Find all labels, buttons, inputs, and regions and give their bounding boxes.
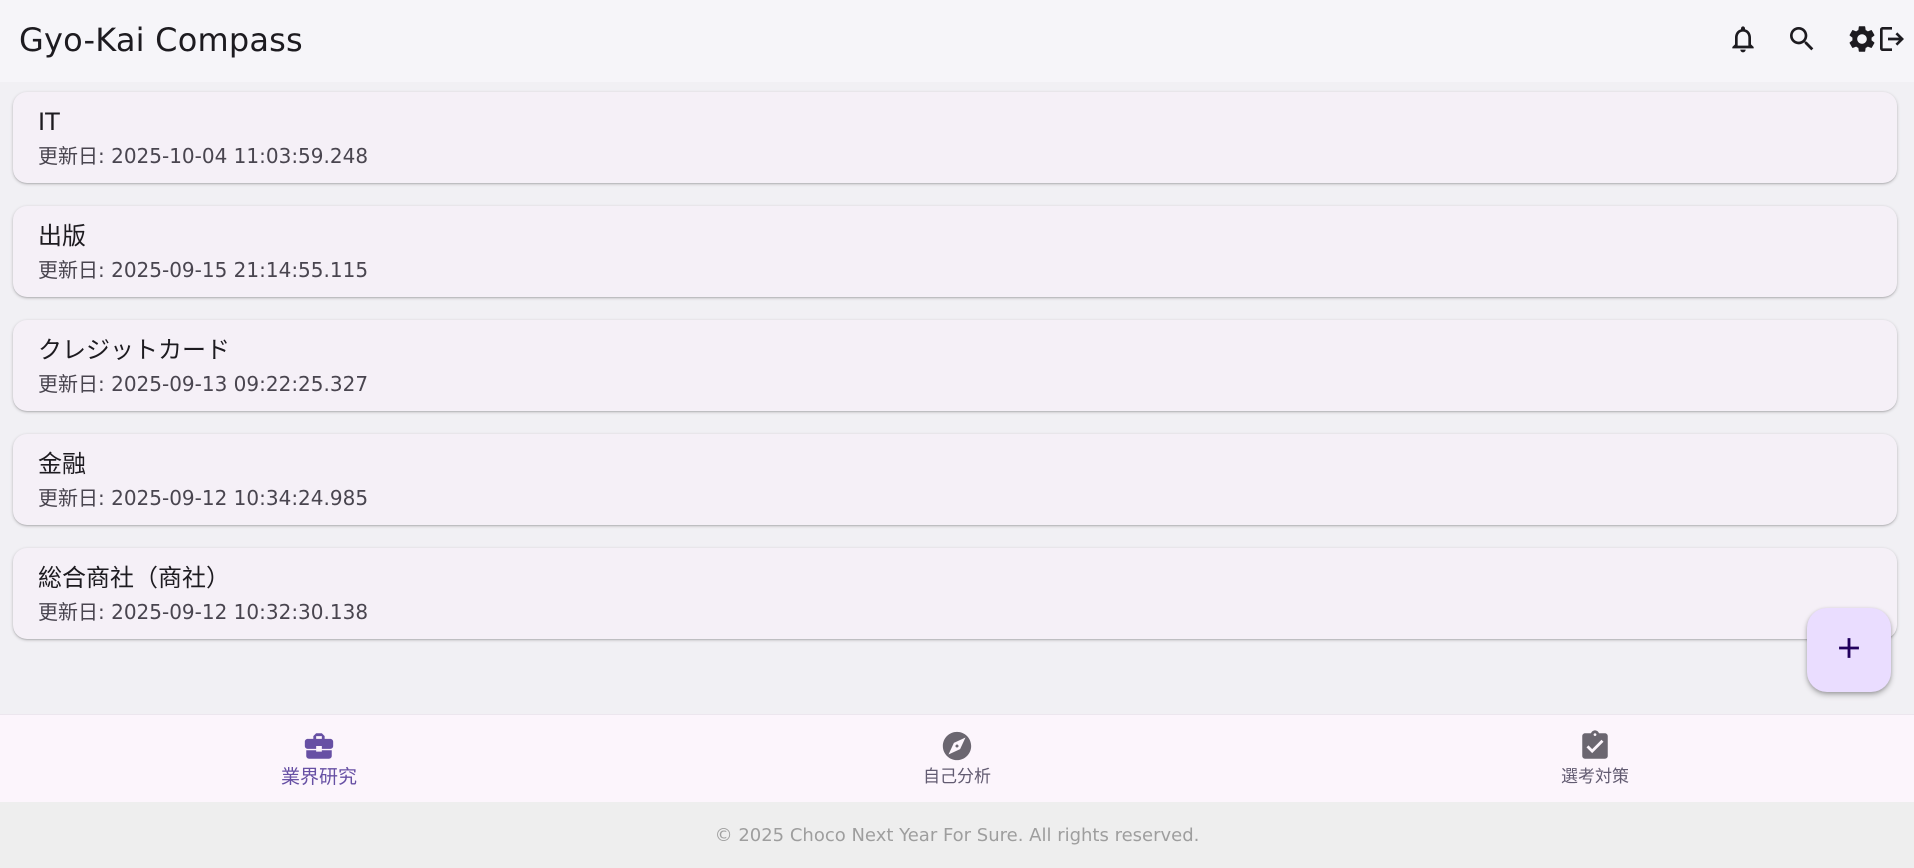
briefcase-icon xyxy=(302,729,336,763)
industry-updated-date: 更新日: 2025-09-12 10:32:30.138 xyxy=(38,600,369,624)
industry-card[interactable]: IT 更新日: 2025-10-04 11:03:59.248 xyxy=(13,92,1897,183)
top-app-bar: Gyo-Kai Compass xyxy=(0,0,1914,82)
nav-label: 自己分析 xyxy=(923,767,991,787)
industry-updated-date: 更新日: 2025-09-15 21:14:55.115 xyxy=(38,258,369,282)
nav-item-self-analysis[interactable]: 自己分析 xyxy=(638,715,1276,803)
bell-icon xyxy=(1727,23,1759,59)
clipboard-check-icon xyxy=(1578,729,1612,763)
industry-card[interactable]: クレジットカード 更新日: 2025-09-13 09:22:25.327 xyxy=(13,320,1897,411)
notifications-button[interactable] xyxy=(1723,21,1763,61)
compass-icon xyxy=(940,729,974,763)
industry-updated-date: 更新日: 2025-09-12 10:34:24.985 xyxy=(38,486,369,510)
industry-title: 出版 xyxy=(38,222,86,250)
nav-item-selection-prep[interactable]: 選考対策 xyxy=(1276,715,1914,803)
app-title: Gyo-Kai Compass xyxy=(19,21,303,59)
industry-title: 総合商社（商社） xyxy=(38,564,230,592)
industry-updated-date: 更新日: 2025-09-13 09:22:25.327 xyxy=(38,372,369,396)
industry-title: IT xyxy=(38,108,60,136)
nav-label: 選考対策 xyxy=(1561,767,1629,787)
logout-button[interactable] xyxy=(1872,21,1912,61)
add-industry-button[interactable] xyxy=(1807,608,1891,692)
industry-updated-date: 更新日: 2025-10-04 11:03:59.248 xyxy=(38,144,369,168)
industry-card[interactable]: 出版 更新日: 2025-09-15 21:14:55.115 xyxy=(13,206,1897,297)
industry-card[interactable]: 総合商社（商社） 更新日: 2025-09-12 10:32:30.138 xyxy=(13,548,1897,639)
bottom-navigation: 業界研究 自己分析 選考対策 xyxy=(0,714,1914,802)
footer: © 2025 Choco Next Year For Sure. All rig… xyxy=(0,802,1914,868)
copyright-text: © 2025 Choco Next Year For Sure. All rig… xyxy=(714,824,1200,846)
nav-item-industry-research[interactable]: 業界研究 xyxy=(0,715,638,803)
industry-title: 金融 xyxy=(38,450,86,478)
industry-title: クレジットカード xyxy=(38,336,230,364)
industry-card[interactable]: 金融 更新日: 2025-09-12 10:34:24.985 xyxy=(13,434,1897,525)
logout-icon xyxy=(1876,23,1908,59)
search-icon xyxy=(1786,23,1818,59)
nav-label: 業界研究 xyxy=(280,766,357,788)
plus-icon xyxy=(1832,631,1866,669)
search-button[interactable] xyxy=(1782,21,1822,61)
